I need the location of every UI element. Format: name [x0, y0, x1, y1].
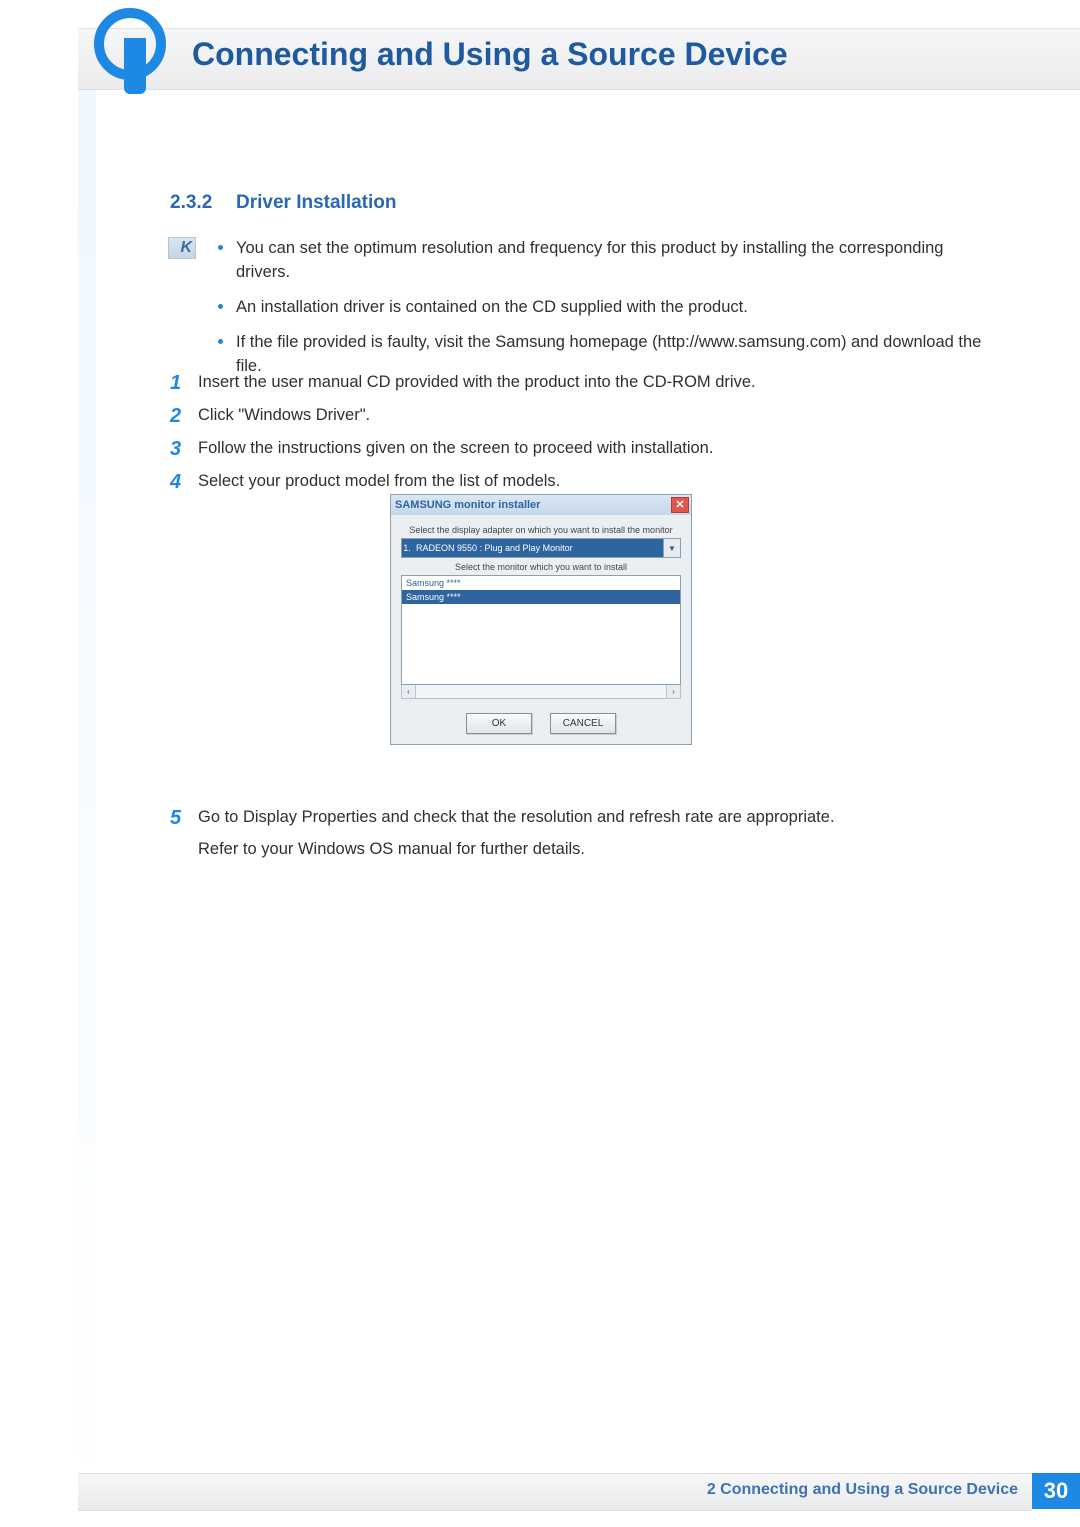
step-text: Click "Windows Driver".: [198, 406, 370, 424]
installer-dialog: SAMSUNG monitor installer ✕ Select the d…: [390, 494, 692, 745]
step: 1 Insert the user manual CD provided wit…: [170, 371, 988, 395]
monitor-label: Select the monitor which you want to ins…: [401, 562, 681, 572]
section-number: 2.3.2: [170, 192, 212, 214]
step-number: 1: [170, 369, 194, 398]
step: 5 Go to Display Properties and check tha…: [170, 806, 988, 862]
ok-button[interactable]: OK: [466, 713, 532, 734]
step-text: Follow the instructions given on the scr…: [198, 439, 713, 457]
dialog-body: Select the display adapter on which you …: [391, 515, 691, 744]
footer-chapter-label: 2 Connecting and Using a Source Device: [707, 1481, 1018, 1499]
dialog-button-row: OK CANCEL: [401, 713, 681, 734]
footer: 2 Connecting and Using a Source Device 3…: [78, 1473, 1080, 1511]
info-bullet: You can set the optimum resolution and f…: [218, 237, 988, 285]
adapter-index: 1.: [402, 539, 412, 557]
step-number: 5: [170, 804, 194, 833]
step-text: Select your product model from the list …: [198, 472, 560, 490]
monitor-list[interactable]: Samsung **** Samsung ****: [401, 575, 681, 685]
step: 3 Follow the instructions given on the s…: [170, 437, 988, 461]
adapter-value: RADEON 9550 : Plug and Play Monitor: [412, 539, 663, 557]
step-text: Go to Display Properties and check that …: [198, 808, 835, 826]
chapter-number-stem: [124, 38, 146, 94]
side-accent: [78, 36, 96, 1511]
chevron-right-icon: ›: [672, 687, 675, 696]
horizontal-scrollbar[interactable]: ‹ ›: [401, 685, 681, 699]
chevron-down-icon: ▼: [668, 544, 676, 553]
adapter-select[interactable]: 1. RADEON 9550 : Plug and Play Monitor ▼: [401, 538, 681, 558]
close-button[interactable]: ✕: [671, 497, 689, 513]
step: 4 Select your product model from the lis…: [170, 470, 988, 494]
monitor-item[interactable]: Samsung ****: [402, 576, 680, 590]
dropdown-button[interactable]: ▼: [663, 539, 680, 557]
scroll-right-button[interactable]: ›: [666, 685, 680, 698]
step: 2 Click "Windows Driver".: [170, 404, 988, 428]
scroll-left-button[interactable]: ‹: [402, 685, 416, 698]
page-number-box: 30: [1032, 1473, 1080, 1509]
monitor-item-selected[interactable]: Samsung ****: [402, 590, 680, 604]
section-title: Driver Installation: [236, 192, 397, 214]
step-number: 4: [170, 468, 194, 497]
step-number: 2: [170, 402, 194, 431]
dialog-titlebar: SAMSUNG monitor installer ✕: [391, 495, 691, 515]
chapter-number-badge: [92, 8, 156, 96]
adapter-label: Select the display adapter on which you …: [401, 525, 681, 535]
step-text: Insert the user manual CD provided with …: [198, 373, 756, 391]
page: Connecting and Using a Source Device 2.3…: [0, 0, 1080, 1527]
step-subtext: Refer to your Windows OS manual for furt…: [198, 838, 988, 862]
info-bullet: An installation driver is contained on t…: [218, 296, 988, 320]
dialog-title-text: SAMSUNG monitor installer: [395, 499, 540, 511]
cancel-button[interactable]: CANCEL: [550, 713, 616, 734]
scroll-track[interactable]: [416, 685, 666, 698]
close-icon: ✕: [675, 500, 684, 511]
step-number: 3: [170, 435, 194, 464]
note-icon: K: [168, 237, 196, 259]
chevron-left-icon: ‹: [407, 687, 410, 696]
info-bullet-list: You can set the optimum resolution and f…: [218, 237, 988, 390]
chapter-title: Connecting and Using a Source Device: [192, 36, 788, 73]
